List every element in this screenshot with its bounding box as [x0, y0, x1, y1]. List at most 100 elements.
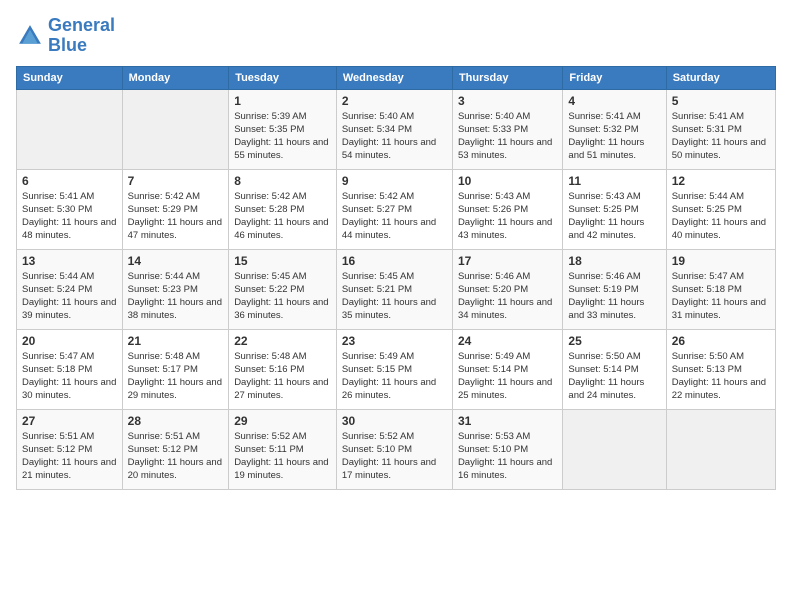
calendar-cell: 19 Sunrise: 5:47 AM Sunset: 5:18 PM Dayli…: [666, 249, 775, 329]
day-info: Sunrise: 5:49 AM Sunset: 5:15 PM Dayligh…: [342, 350, 447, 403]
day-number: 29: [234, 414, 331, 428]
day-info: Sunrise: 5:49 AM Sunset: 5:14 PM Dayligh…: [458, 350, 557, 403]
day-number: 11: [568, 174, 660, 188]
day-info: Sunrise: 5:50 AM Sunset: 5:14 PM Dayligh…: [568, 350, 660, 403]
day-number: 2: [342, 94, 447, 108]
day-number: 26: [672, 334, 770, 348]
day-info: Sunrise: 5:41 AM Sunset: 5:32 PM Dayligh…: [568, 110, 660, 163]
calendar-cell: 5 Sunrise: 5:41 AM Sunset: 5:31 PM Daylig…: [666, 89, 775, 169]
calendar-cell: 8Sunrise: 5:42 AM Sunset: 5:28 PM Daylig…: [229, 169, 337, 249]
calendar-week-1: 1Sunrise: 5:39 AM Sunset: 5:35 PM Daylig…: [17, 89, 776, 169]
page-header: General Blue: [16, 16, 776, 56]
day-number: 15: [234, 254, 331, 268]
calendar-cell: 25 Sunrise: 5:50 AM Sunset: 5:14 PM Dayli…: [563, 329, 666, 409]
day-number: 30: [342, 414, 447, 428]
day-info: Sunrise: 5:43 AM Sunset: 5:26 PM Dayligh…: [458, 190, 557, 243]
day-number: 23: [342, 334, 447, 348]
day-info: Sunrise: 5:53 AM Sunset: 5:10 PM Dayligh…: [458, 430, 557, 483]
day-info: Sunrise: 5:45 AM Sunset: 5:22 PM Dayligh…: [234, 270, 331, 323]
calendar-cell: 31 Sunrise: 5:53 AM Sunset: 5:10 PM Dayli…: [452, 409, 562, 489]
day-number: 14: [128, 254, 224, 268]
day-number: 22: [234, 334, 331, 348]
calendar-cell: [17, 89, 123, 169]
day-number: 24: [458, 334, 557, 348]
calendar-cell: [666, 409, 775, 489]
day-info: Sunrise: 5:47 AM Sunset: 5:18 PM Dayligh…: [22, 350, 117, 403]
calendar-cell: 6 Sunrise: 5:41 AM Sunset: 5:30 PM Daylig…: [17, 169, 123, 249]
day-info: Sunrise: 5:43 AM Sunset: 5:25 PM Dayligh…: [568, 190, 660, 243]
calendar-week-4: 20 Sunrise: 5:47 AM Sunset: 5:18 PM Dayli…: [17, 329, 776, 409]
calendar-cell: 24 Sunrise: 5:49 AM Sunset: 5:14 PM Dayli…: [452, 329, 562, 409]
calendar-cell: 21 Sunrise: 5:48 AM Sunset: 5:17 PM Dayli…: [122, 329, 229, 409]
calendar-cell: 28 Sunrise: 5:51 AM Sunset: 5:12 PM Dayli…: [122, 409, 229, 489]
day-number: 31: [458, 414, 557, 428]
calendar-cell: [563, 409, 666, 489]
calendar-cell: 26 Sunrise: 5:50 AM Sunset: 5:13 PM Dayli…: [666, 329, 775, 409]
calendar-cell: 30 Sunrise: 5:52 AM Sunset: 5:10 PM Dayli…: [336, 409, 452, 489]
calendar-cell: 22Sunrise: 5:48 AM Sunset: 5:16 PM Dayli…: [229, 329, 337, 409]
day-info: Sunrise: 5:42 AM Sunset: 5:27 PM Dayligh…: [342, 190, 447, 243]
day-number: 5: [672, 94, 770, 108]
calendar-table: SundayMondayTuesdayWednesdayThursdayFrid…: [16, 66, 776, 490]
day-number: 20: [22, 334, 117, 348]
day-info: Sunrise: 5:51 AM Sunset: 5:12 PM Dayligh…: [22, 430, 117, 483]
day-info: Sunrise: 5:46 AM Sunset: 5:19 PM Dayligh…: [568, 270, 660, 323]
day-number: 8: [234, 174, 331, 188]
day-number: 25: [568, 334, 660, 348]
logo: General Blue: [16, 16, 115, 56]
calendar-cell: 16 Sunrise: 5:45 AM Sunset: 5:21 PM Dayli…: [336, 249, 452, 329]
day-number: 21: [128, 334, 224, 348]
calendar-cell: 12 Sunrise: 5:44 AM Sunset: 5:25 PM Dayli…: [666, 169, 775, 249]
day-number: 7: [128, 174, 224, 188]
day-info: Sunrise: 5:40 AM Sunset: 5:33 PM Dayligh…: [458, 110, 557, 163]
calendar-header: SundayMondayTuesdayWednesdayThursdayFrid…: [17, 66, 776, 89]
day-number: 4: [568, 94, 660, 108]
day-info: Sunrise: 5:41 AM Sunset: 5:30 PM Dayligh…: [22, 190, 117, 243]
weekday-header-monday: Monday: [122, 66, 229, 89]
calendar-cell: 29 Sunrise: 5:52 AM Sunset: 5:11 PM Dayli…: [229, 409, 337, 489]
weekday-header-sunday: Sunday: [17, 66, 123, 89]
calendar-cell: 18 Sunrise: 5:46 AM Sunset: 5:19 PM Dayli…: [563, 249, 666, 329]
calendar-cell: 9 Sunrise: 5:42 AM Sunset: 5:27 PM Daylig…: [336, 169, 452, 249]
day-number: 13: [22, 254, 117, 268]
calendar-cell: 11 Sunrise: 5:43 AM Sunset: 5:25 PM Dayli…: [563, 169, 666, 249]
calendar-week-2: 6 Sunrise: 5:41 AM Sunset: 5:30 PM Daylig…: [17, 169, 776, 249]
calendar-cell: 14Sunrise: 5:44 AM Sunset: 5:23 PM Dayli…: [122, 249, 229, 329]
day-info: Sunrise: 5:42 AM Sunset: 5:29 PM Dayligh…: [128, 190, 224, 243]
day-number: 9: [342, 174, 447, 188]
weekday-header-tuesday: Tuesday: [229, 66, 337, 89]
day-number: 1: [234, 94, 331, 108]
calendar-cell: 23 Sunrise: 5:49 AM Sunset: 5:15 PM Dayli…: [336, 329, 452, 409]
day-info: Sunrise: 5:50 AM Sunset: 5:13 PM Dayligh…: [672, 350, 770, 403]
day-info: Sunrise: 5:44 AM Sunset: 5:24 PM Dayligh…: [22, 270, 117, 323]
day-number: 18: [568, 254, 660, 268]
day-info: Sunrise: 5:52 AM Sunset: 5:11 PM Dayligh…: [234, 430, 331, 483]
calendar-cell: 4 Sunrise: 5:41 AM Sunset: 5:32 PM Daylig…: [563, 89, 666, 169]
day-number: 10: [458, 174, 557, 188]
day-number: 28: [128, 414, 224, 428]
logo-icon: [16, 22, 44, 50]
day-info: Sunrise: 5:46 AM Sunset: 5:20 PM Dayligh…: [458, 270, 557, 323]
calendar-cell: 15 Sunrise: 5:45 AM Sunset: 5:22 PM Dayli…: [229, 249, 337, 329]
day-info: Sunrise: 5:45 AM Sunset: 5:21 PM Dayligh…: [342, 270, 447, 323]
day-info: Sunrise: 5:44 AM Sunset: 5:25 PM Dayligh…: [672, 190, 770, 243]
day-info: Sunrise: 5:41 AM Sunset: 5:31 PM Dayligh…: [672, 110, 770, 163]
calendar-cell: 7 Sunrise: 5:42 AM Sunset: 5:29 PM Daylig…: [122, 169, 229, 249]
calendar-cell: [122, 89, 229, 169]
day-info: Sunrise: 5:47 AM Sunset: 5:18 PM Dayligh…: [672, 270, 770, 323]
logo-text: General Blue: [48, 16, 115, 56]
weekday-header-saturday: Saturday: [666, 66, 775, 89]
weekday-header-wednesday: Wednesday: [336, 66, 452, 89]
day-number: 6: [22, 174, 117, 188]
calendar-cell: 1Sunrise: 5:39 AM Sunset: 5:35 PM Daylig…: [229, 89, 337, 169]
day-info: Sunrise: 5:48 AM Sunset: 5:17 PM Dayligh…: [128, 350, 224, 403]
day-number: 12: [672, 174, 770, 188]
day-info: Sunrise: 5:51 AM Sunset: 5:12 PM Dayligh…: [128, 430, 224, 483]
calendar-cell: 17Sunrise: 5:46 AM Sunset: 5:20 PM Dayli…: [452, 249, 562, 329]
calendar-cell: 20 Sunrise: 5:47 AM Sunset: 5:18 PM Dayli…: [17, 329, 123, 409]
calendar-cell: 10 Sunrise: 5:43 AM Sunset: 5:26 PM Dayli…: [452, 169, 562, 249]
day-number: 19: [672, 254, 770, 268]
day-info: Sunrise: 5:52 AM Sunset: 5:10 PM Dayligh…: [342, 430, 447, 483]
calendar-week-5: 27Sunrise: 5:51 AM Sunset: 5:12 PM Dayli…: [17, 409, 776, 489]
day-number: 16: [342, 254, 447, 268]
